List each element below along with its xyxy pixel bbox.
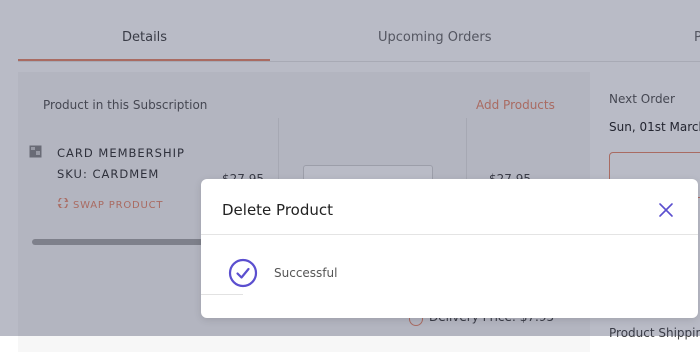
success-message: Successful	[274, 266, 338, 280]
delete-product-dialog: Delete Product Successful	[201, 179, 698, 318]
dialog-title: Delete Product	[222, 201, 334, 219]
close-icon[interactable]	[658, 202, 674, 218]
dialog-divider	[201, 234, 698, 235]
check-circle-icon	[228, 258, 258, 288]
dialog-divider	[201, 294, 243, 295]
